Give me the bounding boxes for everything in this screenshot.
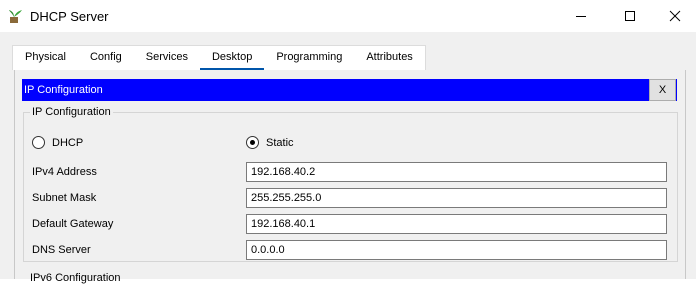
title-bar: DHCP Server <box>0 0 696 32</box>
tab-config[interactable]: Config <box>78 46 134 70</box>
tab-desktop[interactable]: Desktop <box>199 46 265 70</box>
tab-physical[interactable]: Physical <box>13 46 78 70</box>
ipv6-group-title: IPv6 Configuration <box>30 272 121 284</box>
tab-attributes[interactable]: Attributes <box>354 46 424 70</box>
dns-server-input[interactable] <box>246 240 667 260</box>
window-title: DHCP Server <box>30 9 109 24</box>
default-gateway-input[interactable] <box>246 214 667 234</box>
maximize-icon <box>625 11 635 21</box>
close-icon <box>669 10 681 22</box>
close-window-button[interactable] <box>652 0 696 32</box>
maximize-button[interactable] <box>607 0 653 32</box>
tab-bar: Physical Config Services Desktop Program… <box>0 32 696 70</box>
subnet-mask-label: Subnet Mask <box>32 192 97 204</box>
dhcp-radio[interactable] <box>32 136 45 149</box>
app-icon <box>8 8 24 24</box>
ipv4-address-label: IPv4 Address <box>32 166 97 178</box>
default-gateway-label: Default Gateway <box>32 218 114 230</box>
minimize-icon <box>576 16 586 17</box>
subnet-mask-input[interactable] <box>246 188 667 208</box>
tab-programming[interactable]: Programming <box>264 46 354 70</box>
ipv4-address-input[interactable] <box>246 162 667 182</box>
minimize-button[interactable] <box>558 0 604 32</box>
tab-strip: Physical Config Services Desktop Program… <box>12 45 426 70</box>
group-title: IP Configuration <box>30 106 113 118</box>
static-option[interactable]: Static <box>246 136 294 149</box>
dns-server-label: DNS Server <box>32 244 91 256</box>
close-ip-config-button[interactable]: X <box>649 79 676 101</box>
static-label: Static <box>266 136 294 149</box>
static-radio[interactable] <box>246 136 259 149</box>
dhcp-option[interactable]: DHCP <box>32 136 83 149</box>
dhcp-label: DHCP <box>52 136 84 149</box>
ip-config-header: IP Configuration <box>22 79 677 101</box>
tab-services[interactable]: Services <box>134 46 200 70</box>
